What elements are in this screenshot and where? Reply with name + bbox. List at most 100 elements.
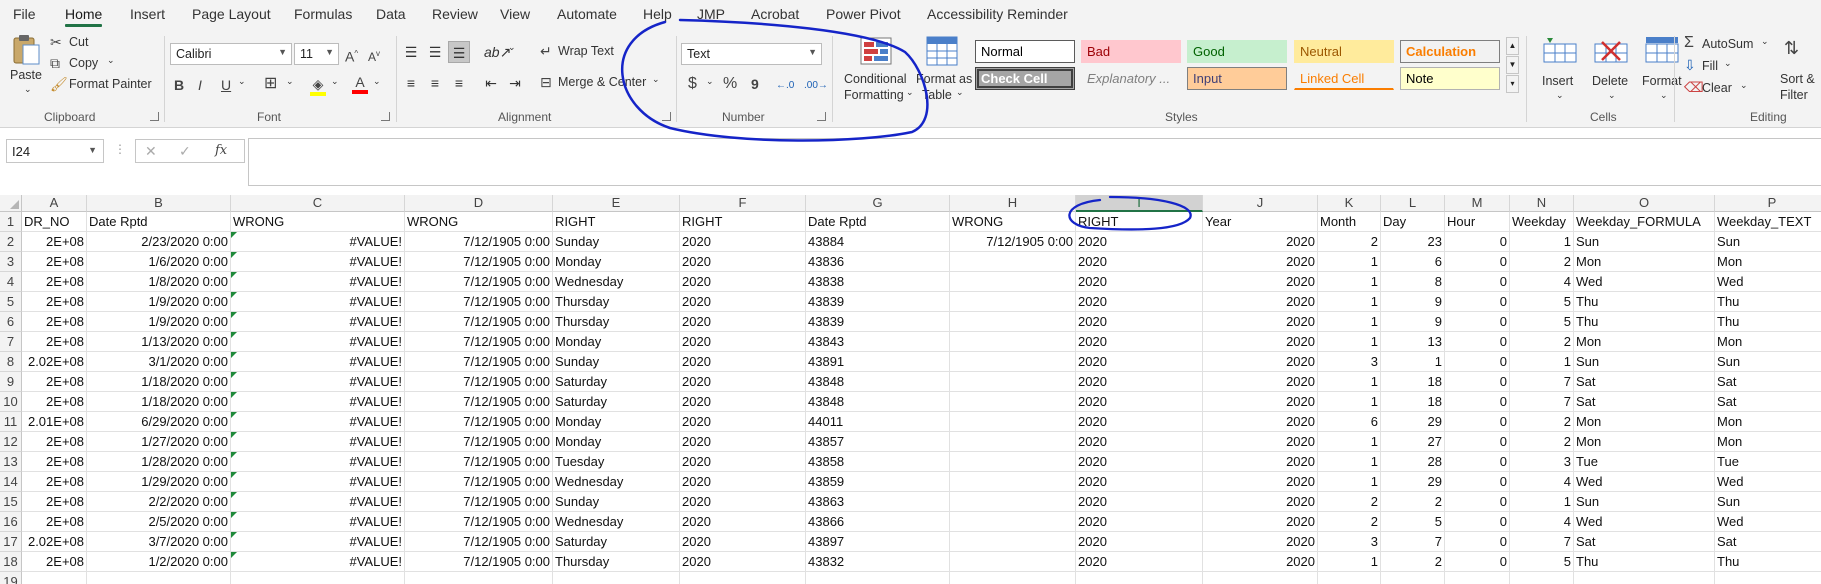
table-cell[interactable]: Mon xyxy=(1574,432,1715,452)
column-header-m[interactable]: M xyxy=(1445,195,1510,212)
table-cell[interactable]: 0 xyxy=(1445,492,1510,512)
table-cell[interactable]: #VALUE! xyxy=(231,272,405,292)
table-cell[interactable]: 2 xyxy=(1318,512,1381,532)
menu-tab-insert[interactable]: Insert xyxy=(130,6,165,22)
column-header-i[interactable]: I xyxy=(1076,195,1203,212)
table-cell[interactable]: 43897 xyxy=(806,532,950,552)
table-cell[interactable]: Sunday xyxy=(553,232,680,252)
row-header[interactable]: 16 xyxy=(0,512,22,532)
cell-style-linked-cell[interactable]: Linked Cell xyxy=(1294,67,1394,90)
table-cell[interactable]: 2020 xyxy=(680,232,806,252)
menu-tab-page-layout[interactable]: Page Layout xyxy=(192,6,271,22)
row-header[interactable]: 4 xyxy=(0,272,22,292)
table-cell[interactable]: 0 xyxy=(1445,552,1510,572)
table-cell[interactable]: Tue xyxy=(1574,452,1715,472)
table-cell[interactable]: 2020 xyxy=(680,332,806,352)
clear-button[interactable]: ⌫ Clear ⌄ xyxy=(1684,78,1764,98)
table-cell[interactable]: 23 xyxy=(1381,232,1445,252)
header-cell[interactable]: DR_NO xyxy=(22,212,87,232)
table-cell[interactable]: Sun xyxy=(1574,492,1715,512)
table-cell[interactable]: 2 xyxy=(1510,432,1574,452)
table-cell[interactable] xyxy=(1318,572,1381,584)
conditional-formatting-button[interactable]: Conditional Formatting ⌄ xyxy=(838,34,914,106)
table-cell[interactable]: 2 xyxy=(1318,232,1381,252)
table-cell[interactable]: 43857 xyxy=(806,432,950,452)
table-cell[interactable]: 1 xyxy=(1318,292,1381,312)
cell-style-note[interactable]: Note xyxy=(1400,67,1500,90)
table-cell[interactable]: 1/9/2020 0:00 xyxy=(87,312,231,332)
table-cell[interactable]: 2020 xyxy=(1203,392,1318,412)
cell-style-good[interactable]: Good xyxy=(1187,40,1287,63)
table-cell[interactable]: 2E+08 xyxy=(22,372,87,392)
table-cell[interactable]: #VALUE! xyxy=(231,352,405,372)
table-cell[interactable]: 43859 xyxy=(806,472,950,492)
table-cell[interactable]: 43891 xyxy=(806,352,950,372)
row-header[interactable]: 17 xyxy=(0,532,22,552)
table-cell[interactable]: Thu xyxy=(1574,312,1715,332)
row-header[interactable]: 18 xyxy=(0,552,22,572)
cell-style-bad[interactable]: Bad xyxy=(1081,40,1181,63)
table-cell[interactable]: 1/18/2020 0:00 xyxy=(87,372,231,392)
italic-button[interactable]: I xyxy=(198,77,202,93)
table-cell[interactable]: Thursday xyxy=(553,312,680,332)
table-cell[interactable]: 2020 xyxy=(1203,492,1318,512)
table-cell[interactable]: #VALUE! xyxy=(231,292,405,312)
sort-filter-button[interactable]: ⇅ Sort & Filter xyxy=(1774,34,1821,106)
table-cell[interactable]: Monday xyxy=(553,252,680,272)
table-cell[interactable]: 1/28/2020 0:00 xyxy=(87,452,231,472)
table-cell[interactable]: 4 xyxy=(1510,512,1574,532)
table-cell[interactable]: 6 xyxy=(1318,412,1381,432)
table-cell[interactable]: Sunday xyxy=(553,352,680,372)
table-cell[interactable]: 28 xyxy=(1381,452,1445,472)
table-cell[interactable]: 2020 xyxy=(1203,412,1318,432)
table-cell[interactable]: 2E+08 xyxy=(22,252,87,272)
table-cell[interactable]: 2020 xyxy=(1076,292,1203,312)
table-cell[interactable]: 7/12/1905 0:00 xyxy=(405,292,553,312)
table-cell[interactable]: 43863 xyxy=(806,492,950,512)
table-cell[interactable]: 27 xyxy=(1381,432,1445,452)
table-cell[interactable]: Sunday xyxy=(553,492,680,512)
table-cell[interactable]: 2E+08 xyxy=(22,392,87,412)
row-header[interactable]: 7 xyxy=(0,332,22,352)
table-cell[interactable]: 0 xyxy=(1445,252,1510,272)
table-cell[interactable]: 1/18/2020 0:00 xyxy=(87,392,231,412)
table-cell[interactable]: 0 xyxy=(1445,312,1510,332)
table-cell[interactable]: Mon xyxy=(1574,412,1715,432)
cut-button[interactable]: ✂ Cut xyxy=(50,33,130,53)
alignment-launcher[interactable] xyxy=(662,112,671,121)
table-cell[interactable]: 2020 xyxy=(680,532,806,552)
table-cell[interactable]: 1 xyxy=(1318,432,1381,452)
column-header-b[interactable]: B xyxy=(87,195,231,212)
table-cell[interactable]: 2020 xyxy=(680,352,806,372)
font-color-icon[interactable]: A xyxy=(352,74,368,94)
table-cell[interactable]: 4 xyxy=(1510,472,1574,492)
table-cell[interactable]: 1 xyxy=(1381,352,1445,372)
cell-style-explanatory[interactable]: Explanatory ... xyxy=(1081,67,1181,90)
table-cell[interactable]: Saturday xyxy=(553,372,680,392)
table-cell[interactable]: 2/5/2020 0:00 xyxy=(87,512,231,532)
table-cell[interactable] xyxy=(950,472,1076,492)
table-cell[interactable]: Monday xyxy=(553,412,680,432)
table-cell[interactable]: 13 xyxy=(1381,332,1445,352)
table-cell[interactable]: 2 xyxy=(1510,412,1574,432)
table-cell[interactable]: 2E+08 xyxy=(22,432,87,452)
header-cell[interactable]: Hour xyxy=(1445,212,1510,232)
table-cell[interactable]: 2020 xyxy=(1076,432,1203,452)
shrink-font-icon[interactable]: Av xyxy=(368,46,380,65)
table-cell[interactable] xyxy=(680,572,806,584)
row-header[interactable]: 13 xyxy=(0,452,22,472)
table-cell[interactable]: 2020 xyxy=(1076,472,1203,492)
table-cell[interactable]: Mon xyxy=(1715,432,1821,452)
table-cell[interactable]: Sun xyxy=(1715,352,1821,372)
table-cell[interactable]: 1 xyxy=(1510,232,1574,252)
table-cell[interactable]: 2E+08 xyxy=(22,492,87,512)
table-cell[interactable] xyxy=(1076,572,1203,584)
table-cell[interactable]: #VALUE! xyxy=(231,412,405,432)
table-cell[interactable]: 0 xyxy=(1445,232,1510,252)
table-cell[interactable] xyxy=(950,272,1076,292)
name-box[interactable]: I24 ▼ xyxy=(6,139,104,163)
copy-button[interactable]: ⧉ Copy ⌄ xyxy=(50,54,130,74)
table-cell[interactable]: 2E+08 xyxy=(22,472,87,492)
table-cell[interactable] xyxy=(1510,572,1574,584)
table-cell[interactable]: 0 xyxy=(1445,372,1510,392)
